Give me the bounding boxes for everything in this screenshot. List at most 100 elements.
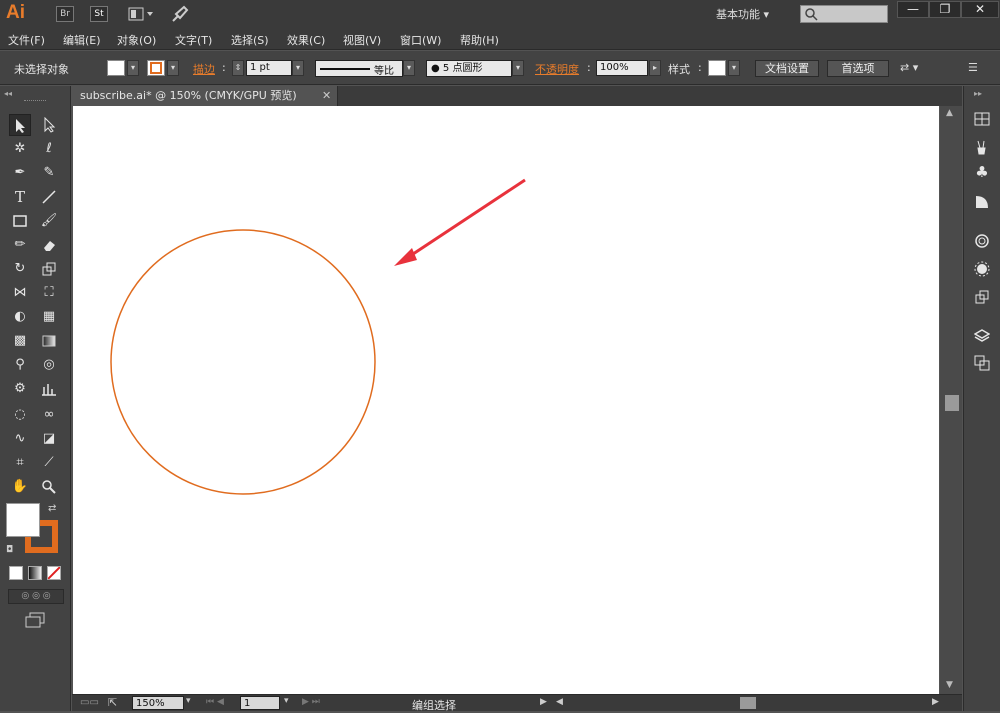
opacity-arrow[interactable]: ▸ (649, 60, 661, 76)
live-paint-tool-icon[interactable]: ◪ (38, 428, 60, 450)
restore-button[interactable]: ❐ (929, 1, 961, 18)
symbol-sprayer-tool-icon[interactable]: ⚙ (9, 378, 31, 400)
panel-menu-icon[interactable]: ☰ (968, 60, 988, 77)
arrange-documents-icon[interactable] (128, 6, 156, 22)
menu-effect[interactable]: 效果(C) (287, 32, 325, 48)
document-tab[interactable]: subscribe.ai* @ 150% (CMYK/GPU 预览) (72, 86, 338, 106)
stroke-profile-select[interactable]: 等比 (315, 60, 403, 77)
preferences-button[interactable]: 首选项 (827, 60, 889, 77)
style-swatch[interactable] (708, 60, 726, 76)
search-input[interactable] (800, 5, 888, 23)
horizontal-scroll-thumb[interactable] (740, 697, 756, 709)
column-graph-tool-icon[interactable] (38, 378, 60, 400)
stock-button[interactable]: St (90, 6, 108, 22)
line-tool-icon[interactable] (38, 186, 60, 208)
first-artboard-icon[interactable]: ⏮ ◀ (206, 697, 224, 707)
vertical-scroll-thumb[interactable] (945, 395, 959, 411)
arrange-options-icon[interactable]: ⇄ ▾ (900, 60, 934, 77)
symbols-panel-icon[interactable]: ♣ (971, 163, 993, 185)
stroke-profile-dropdown[interactable]: ▾ (403, 60, 415, 76)
draw-mode-icons[interactable]: ◎ ◎ ◎ (8, 589, 64, 604)
appearance-panel-icon[interactable] (971, 258, 993, 280)
stroke-dropdown[interactable]: ▾ (167, 60, 179, 76)
menu-view[interactable]: 视图(V) (343, 32, 381, 48)
minimize-button[interactable]: — (897, 1, 929, 18)
brushes-panel-icon[interactable] (971, 136, 993, 158)
cc-libraries-panel-icon[interactable] (971, 230, 993, 252)
workspace-switcher[interactable]: 基本功能 ▾ (716, 6, 769, 22)
width-tool-icon[interactable]: ⋈ (9, 282, 31, 304)
stroke-weight-field[interactable]: 1 pt (246, 60, 292, 76)
graphic-styles-panel-icon[interactable] (971, 191, 993, 213)
menu-edit[interactable]: 编辑(E) (63, 32, 101, 48)
menu-type[interactable]: 文字(T) (175, 32, 212, 48)
close-button[interactable]: ✕ (961, 1, 999, 18)
paintbrush-tool-icon[interactable]: 🖌 (38, 210, 60, 232)
none-mode-icon[interactable] (47, 566, 61, 580)
blend-tool-icon[interactable]: ◎ (38, 354, 60, 376)
zoom-dropdown[interactable]: ▾ (186, 696, 191, 706)
menu-object[interactable]: 对象(O) (117, 32, 156, 48)
eyedropper-tool-icon[interactable]: ⚲ (9, 354, 31, 376)
perspective-grid-tool-icon[interactable]: ▦ (38, 306, 60, 328)
collapse-tools-icon[interactable]: ◂◂ (4, 89, 12, 98)
gradient-tool-icon[interactable] (38, 330, 60, 352)
artboard-canvas[interactable] (73, 106, 939, 694)
curvature-tool-icon[interactable]: ✎ (38, 162, 60, 184)
scale-tool-icon[interactable] (38, 258, 60, 280)
fill-swatch[interactable] (107, 60, 125, 76)
shape-builder-tool-icon[interactable]: ◐ (9, 306, 31, 328)
pen-tool-icon[interactable]: ✒ (9, 162, 31, 184)
knife-tool-icon[interactable]: ⟋ (38, 452, 60, 474)
close-tab-icon[interactable]: ✕ (322, 89, 331, 102)
eraser-tool-icon[interactable] (38, 234, 60, 256)
style-dropdown[interactable]: ▾ (728, 60, 740, 76)
scroll-right-icon[interactable]: ▶ (932, 697, 939, 707)
fill-dropdown[interactable]: ▾ (127, 60, 139, 76)
scroll-up-icon[interactable]: ▲ (946, 108, 953, 118)
share-icon[interactable]: ⇱ (108, 696, 117, 709)
menu-file[interactable]: 文件(F) (8, 32, 45, 48)
stroke-weight-dropdown[interactable]: ▾ (292, 60, 304, 76)
status-menu-arrow[interactable]: ▶ (540, 697, 547, 707)
rotate-tool-icon[interactable]: ↻ (9, 258, 31, 280)
rectangle-tool-icon[interactable] (9, 210, 31, 232)
circle-shape[interactable] (110, 229, 376, 495)
free-transform-tool-icon[interactable]: ⛶ (38, 282, 60, 304)
menu-select[interactable]: 选择(S) (231, 32, 269, 48)
brush-select[interactable]: ● 5 点圆形 (426, 60, 512, 77)
swap-colors-icon[interactable]: ⇄ (48, 503, 56, 514)
transform-panel-icon[interactable] (971, 286, 993, 308)
scroll-down-icon[interactable]: ▼ (946, 680, 953, 690)
stroke-stepper[interactable]: ⇕ (232, 60, 244, 76)
opacity-label[interactable]: 不透明度 (535, 61, 579, 77)
rocket-icon[interactable] (170, 4, 190, 24)
magic-wand-tool-icon[interactable]: ✲ (9, 138, 31, 160)
artboard-dropdown[interactable]: ▾ (284, 696, 289, 706)
menu-window[interactable]: 窗口(W) (400, 32, 441, 48)
gpu-icon[interactable]: ▭▭ (80, 697, 99, 708)
next-artboard-icon[interactable]: ▶ ⏭ (302, 697, 320, 707)
zoom-tool-icon[interactable] (38, 476, 60, 498)
color-mode-icon[interactable] (9, 566, 23, 580)
stroke-swatch[interactable] (147, 60, 165, 76)
selection-tool-icon[interactable] (9, 114, 31, 136)
menu-help[interactable]: 帮助(H) (460, 32, 499, 48)
zoom-field[interactable]: 150% (132, 696, 184, 710)
hand-tool-icon[interactable]: ✋ (9, 476, 31, 498)
stroke-label[interactable]: 描边 (193, 61, 215, 77)
brush-dropdown[interactable]: ▾ (512, 60, 524, 76)
bridge-button[interactable]: Br (56, 6, 74, 22)
slice-tool-icon[interactable]: ∞ (38, 404, 60, 426)
artboard-field[interactable]: 1 (240, 696, 280, 710)
crop-tool-icon[interactable]: ⌗ (9, 452, 31, 474)
mesh-tool-icon[interactable]: ▩ (9, 330, 31, 352)
document-setup-button[interactable]: 文档设置 (755, 60, 819, 77)
type-tool-icon[interactable]: T (9, 186, 31, 208)
expand-panels-icon[interactable]: ▸▸ (974, 89, 982, 98)
swatches-panel-icon[interactable] (971, 108, 993, 130)
layers-panel-icon[interactable] (971, 325, 993, 347)
opacity-field[interactable]: 100% (596, 60, 648, 76)
pencil-tool-icon[interactable]: ✏ (9, 234, 31, 256)
warp-tool-icon[interactable]: ∿ (9, 428, 31, 450)
